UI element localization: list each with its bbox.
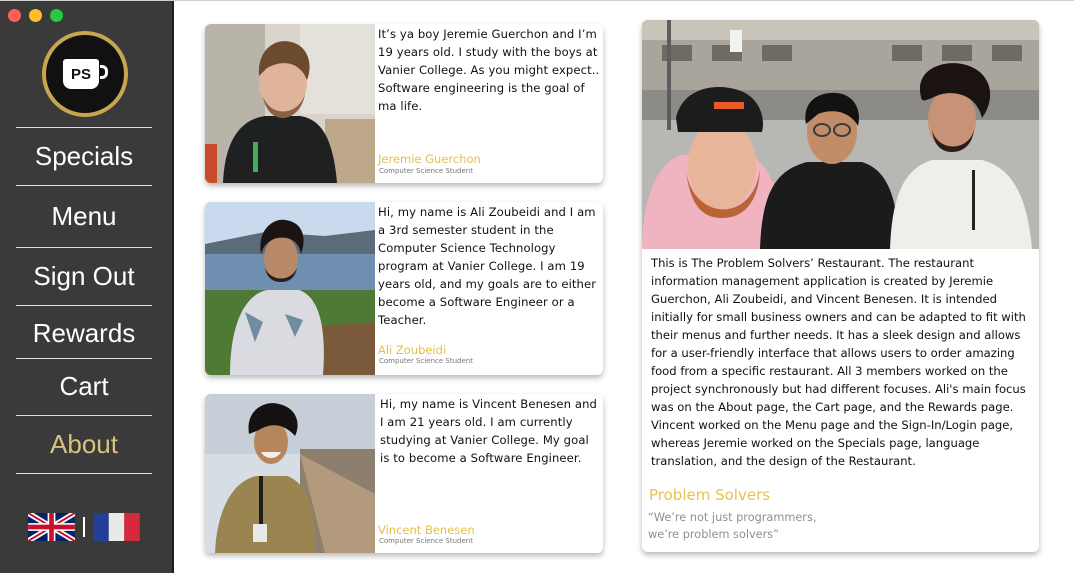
member-card-vincent: Hi, my name is Vincent Benesen and I am … bbox=[205, 394, 603, 553]
team-name: Problem Solvers bbox=[649, 486, 771, 504]
member-name: Jeremie Guerchon bbox=[378, 152, 481, 166]
team-tagline: “We’re not just programmers, we’re probl… bbox=[648, 509, 816, 543]
uk-flag-icon[interactable] bbox=[28, 513, 75, 541]
sidebar: PS Specials Menu Sign Out Rewards Cart A… bbox=[0, 1, 174, 573]
member-bio: It’s ya boy Jeremie Guerchon and I’m 19 … bbox=[378, 27, 600, 113]
about-description: This is The Problem Solvers’ Restaurant.… bbox=[651, 256, 1026, 468]
logo-text: PS bbox=[70, 65, 91, 83]
logo-badge: PS bbox=[46, 35, 124, 113]
nav-item-sign-out[interactable]: Sign Out bbox=[16, 247, 152, 305]
nav-item-menu[interactable]: Menu bbox=[16, 185, 152, 247]
member-role: Computer Science Student bbox=[379, 537, 473, 545]
member-card-jeremie: It’s ya boy Jeremie Guerchon and I’m 19 … bbox=[205, 24, 603, 183]
member-photo bbox=[205, 24, 375, 183]
mug-handle bbox=[100, 65, 108, 79]
coffee-mug-icon: PS bbox=[63, 59, 108, 89]
member-name: Ali Zoubeidi bbox=[378, 343, 447, 357]
nav-item-specials[interactable]: Specials bbox=[16, 127, 152, 185]
tagline-line-2: we’re problem solvers” bbox=[648, 528, 780, 541]
close-window-button[interactable] bbox=[8, 9, 21, 22]
maximize-window-button[interactable] bbox=[50, 9, 63, 22]
france-flag-icon[interactable] bbox=[93, 513, 140, 541]
sidebar-nav: Specials Menu Sign Out Rewards Cart Abou… bbox=[16, 127, 152, 474]
member-photo bbox=[205, 394, 375, 553]
window-controls bbox=[8, 9, 63, 22]
nav-item-about[interactable]: About bbox=[16, 415, 152, 474]
nav-item-cart[interactable]: Cart bbox=[16, 358, 152, 415]
app-window: PS Specials Menu Sign Out Rewards Cart A… bbox=[0, 0, 1074, 573]
member-role: Computer Science Student bbox=[379, 357, 473, 365]
member-bio: Hi, my name is Ali Zoubeidi and I am a 3… bbox=[378, 205, 597, 327]
member-bio: Hi, my name is Vincent Benesen and I am … bbox=[380, 397, 597, 465]
group-photo bbox=[642, 20, 1039, 249]
language-switcher bbox=[28, 513, 140, 541]
member-card-ali: Hi, my name is Ali Zoubeidi and I am a 3… bbox=[205, 202, 603, 375]
language-separator bbox=[83, 517, 85, 537]
brand-logo[interactable]: PS bbox=[42, 31, 128, 117]
member-name: Vincent Benesen bbox=[378, 523, 475, 537]
about-restaurant-card: This is The Problem Solvers’ Restaurant.… bbox=[642, 20, 1039, 552]
minimize-window-button[interactable] bbox=[29, 9, 42, 22]
nav-item-rewards[interactable]: Rewards bbox=[16, 305, 152, 358]
member-role: Computer Science Student bbox=[379, 167, 473, 175]
member-photo bbox=[205, 202, 375, 375]
tagline-line-1: “We’re not just programmers, bbox=[648, 511, 817, 524]
